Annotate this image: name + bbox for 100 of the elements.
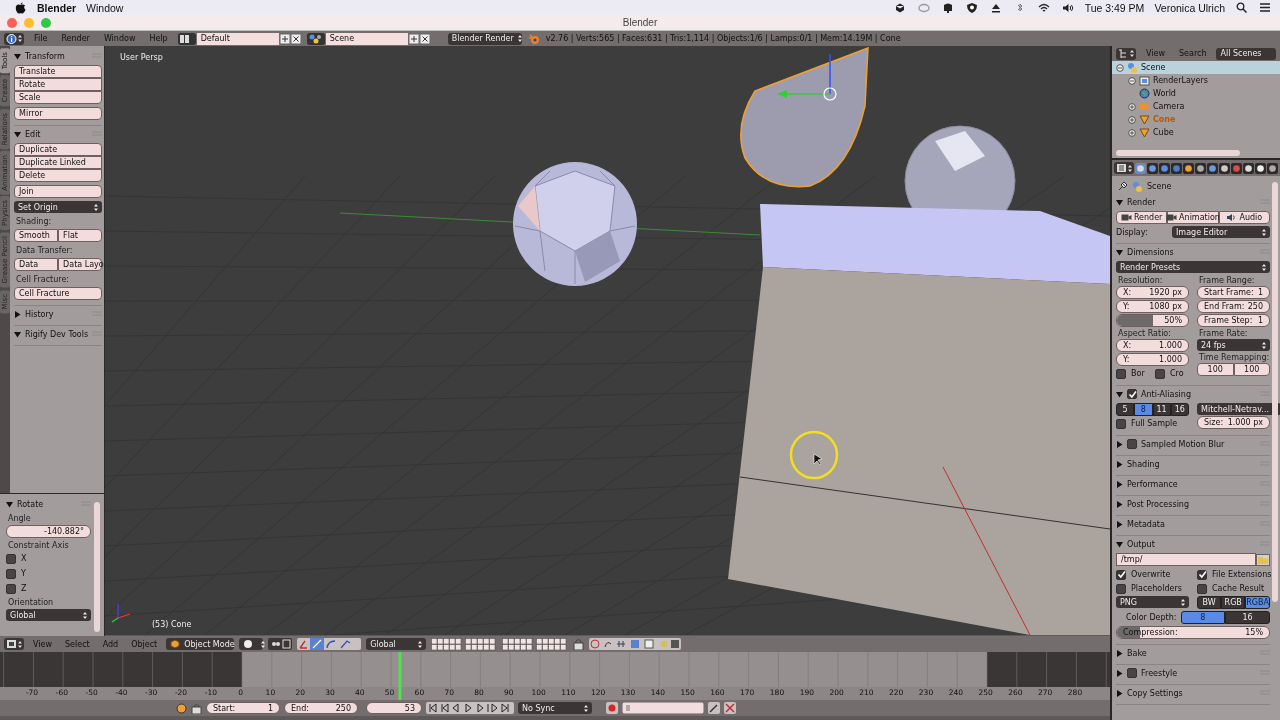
toggle-button[interactable]: 16 — [1225, 611, 1270, 624]
checkbox[interactable] — [1116, 583, 1126, 594]
pin-icon[interactable] — [1118, 181, 1128, 191]
number-field[interactable]: X: 1.000 — [1116, 339, 1189, 352]
expanded-icon[interactable] — [14, 330, 21, 338]
scene-field[interactable]: Scene — [325, 32, 408, 45]
properties-tab[interactable] — [1183, 162, 1194, 174]
shading-dropdown[interactable] — [239, 638, 264, 650]
number-field[interactable]: -140.882° — [6, 525, 91, 538]
properties-tab[interactable] — [1207, 162, 1218, 174]
panel-header[interactable]: Shading — [1127, 459, 1256, 469]
collapsed-icon[interactable] — [1116, 500, 1123, 508]
number-field[interactable]: Size: 1.000 px — [1197, 416, 1270, 429]
lock-icon[interactable] — [573, 638, 585, 650]
expanded-icon[interactable] — [1116, 198, 1123, 206]
panel-header[interactable]: Render — [1127, 197, 1256, 207]
toggle-button[interactable]: 8 — [1180, 611, 1226, 624]
mode-dropdown[interactable]: Object Mode — [166, 638, 235, 650]
dropdown[interactable]: Mitchell-Netrav... — [1197, 403, 1280, 415]
panel-header[interactable]: Performance — [1127, 479, 1256, 489]
insert-key-icon[interactable] — [708, 702, 720, 714]
editor-type-button[interactable] — [1114, 162, 1134, 174]
tool-button[interactable]: Flat — [58, 229, 103, 242]
expanded-icon[interactable] — [6, 500, 13, 508]
render-button[interactable]: Audio — [1218, 211, 1270, 224]
outliner-item[interactable]: Scene — [1112, 61, 1280, 74]
record-button[interactable] — [606, 702, 618, 714]
panel-header[interactable]: Anti-Aliasing — [1141, 389, 1256, 399]
collapse-icon[interactable] — [1128, 76, 1136, 85]
close-icon[interactable] — [290, 32, 301, 45]
tool-button[interactable]: Duplicate Linked — [14, 156, 103, 169]
scrollbar[interactable] — [1116, 150, 1240, 156]
tool-button[interactable]: Join — [14, 185, 103, 198]
add-icon[interactable] — [408, 32, 419, 45]
scrollbar[interactable] — [94, 502, 100, 632]
orientation-dropdown[interactable]: Global — [366, 638, 427, 650]
properties-tab[interactable] — [1147, 162, 1158, 174]
properties-tab[interactable] — [1195, 162, 1206, 174]
collapsed-icon[interactable] — [14, 310, 21, 318]
number-field[interactable]: X: 1920 px — [1116, 286, 1189, 299]
menu-item[interactable]: Object — [127, 639, 162, 649]
close-button[interactable] — [7, 17, 17, 28]
outliner-item[interactable]: RenderLayers — [1112, 74, 1280, 87]
menu-icon[interactable] — [1259, 2, 1271, 13]
frame-ruler[interactable] — [0, 687, 1110, 700]
dropdown[interactable]: Global — [6, 609, 91, 621]
toggle-button[interactable]: 5 — [1116, 403, 1135, 416]
toggle-button[interactable]: RGBA — [1245, 596, 1270, 609]
app-menu[interactable]: Blender — [37, 1, 77, 14]
filter-dropdown[interactable]: All Scenes — [1216, 47, 1276, 60]
menu-item[interactable]: Add — [98, 639, 123, 649]
panel-header[interactable]: Rigify Dev Tools — [25, 329, 89, 339]
playback-controls[interactable] — [426, 702, 514, 714]
tool-button[interactable]: Scale — [14, 91, 103, 104]
pivot-icon[interactable] — [268, 638, 293, 650]
toggle-button[interactable]: RGB — [1221, 596, 1246, 609]
expanded-icon[interactable] — [1116, 540, 1123, 548]
panel-header[interactable]: Dimensions — [1127, 247, 1256, 257]
panel-header[interactable]: Post Processing — [1127, 499, 1256, 509]
properties-tab[interactable] — [1243, 162, 1254, 174]
expanded-icon[interactable] — [14, 130, 21, 138]
dropdown[interactable]: Render Presets — [1116, 261, 1270, 273]
render-button[interactable]: Render — [1116, 211, 1168, 224]
number-field[interactable]: 100 — [1233, 363, 1270, 376]
add-icon[interactable] — [279, 32, 290, 45]
end-frame-field[interactable]: End: 250 — [284, 702, 358, 714]
layer-buttons[interactable] — [502, 637, 569, 651]
collapsed-icon[interactable] — [1116, 669, 1123, 677]
checkbox[interactable] — [1116, 418, 1126, 429]
toggle-button[interactable]: 8 — [1134, 403, 1153, 416]
expanded-icon[interactable] — [1116, 390, 1123, 398]
render-engine-dropdown[interactable]: Blender Render — [447, 32, 522, 45]
menu-item[interactable]: File — [30, 34, 52, 43]
panel-header[interactable]: Bake — [1127, 648, 1256, 658]
checkbox[interactable] — [6, 553, 16, 564]
menu-item[interactable]: View — [29, 639, 56, 649]
layer-buttons[interactable] — [431, 637, 498, 651]
checkbox[interactable] — [6, 583, 16, 594]
panel-header[interactable]: Edit — [25, 129, 89, 139]
menu-item[interactable]: Help — [145, 34, 172, 43]
panel-header[interactable]: Rotate — [17, 499, 77, 509]
number-field[interactable]: 100 — [1197, 363, 1234, 376]
scrollbar[interactable] — [1272, 182, 1278, 602]
panel-header[interactable]: Metadata — [1127, 519, 1256, 529]
tool-button[interactable]: Data — [14, 258, 59, 271]
menu-item[interactable]: Window — [86, 1, 124, 14]
tool-button[interactable]: Cell Fracture — [14, 287, 103, 300]
user-name[interactable]: Veronica Ulrich — [1154, 1, 1225, 14]
collapsed-icon[interactable] — [1116, 440, 1123, 448]
panel-header[interactable]: Sampled Motion Blur — [1141, 439, 1256, 449]
properties-tab[interactable] — [1219, 162, 1230, 174]
collapsed-icon[interactable] — [1116, 460, 1123, 468]
dropdown[interactable]: PNG — [1116, 596, 1189, 608]
panel-header[interactable]: History — [25, 309, 89, 319]
folder-icon[interactable] — [1256, 553, 1270, 566]
close-icon[interactable] — [419, 32, 430, 45]
checkbox[interactable] — [1127, 389, 1137, 399]
tool-button[interactable]: Smooth — [14, 229, 59, 242]
keying-set-field[interactable] — [622, 702, 704, 714]
checkbox[interactable] — [1116, 569, 1126, 580]
